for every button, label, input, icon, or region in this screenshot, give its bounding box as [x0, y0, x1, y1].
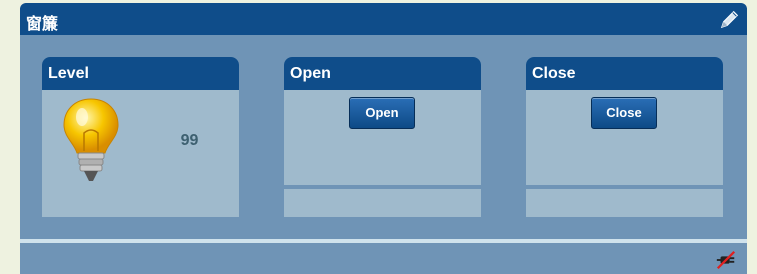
panel-divider — [284, 185, 481, 189]
level-panel-title: Level — [42, 57, 239, 90]
panel-divider — [526, 185, 723, 189]
open-panel: Open Open — [284, 57, 481, 217]
curtain-widget: 窗簾 Level 99 Open Open Close Close — [20, 3, 747, 274]
widget-footer — [20, 239, 747, 274]
open-panel-title: Open — [284, 57, 481, 90]
widget-header: 窗簾 — [20, 3, 747, 35]
disconnected-plug-icon[interactable] — [715, 249, 737, 271]
close-button[interactable]: Close — [591, 97, 657, 129]
pencil-icon[interactable] — [719, 8, 741, 30]
close-panel-title: Close — [526, 57, 723, 90]
light-bulb-icon — [63, 98, 119, 181]
level-value: 99 — [180, 132, 199, 149]
open-button[interactable]: Open — [349, 97, 415, 129]
level-panel: Level 99 — [42, 57, 239, 217]
close-panel: Close Close — [526, 57, 723, 217]
widget-title: 窗簾 — [26, 16, 59, 33]
